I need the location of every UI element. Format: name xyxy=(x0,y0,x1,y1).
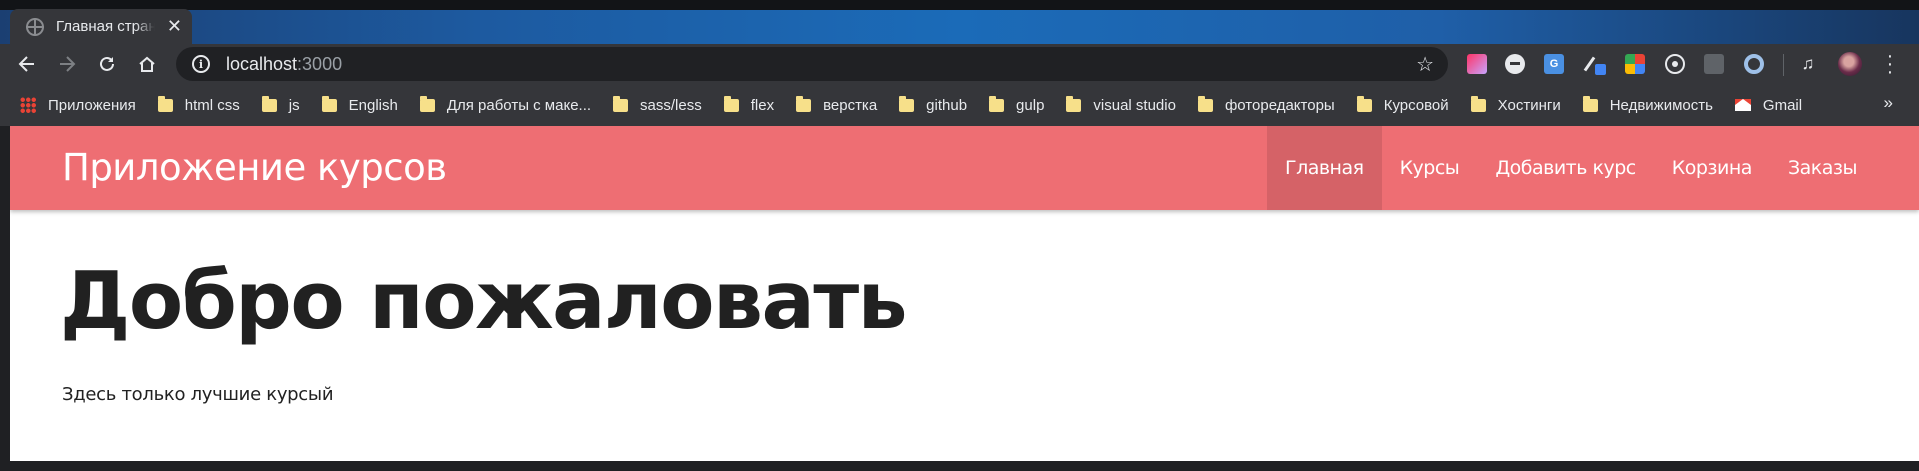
arrow-left-icon xyxy=(18,56,34,72)
folder-icon xyxy=(989,95,1005,112)
close-icon[interactable]: ✕ xyxy=(167,16,182,37)
site-nav: Главная Курсы Добавить курс Корзина Заказы xyxy=(1266,126,1875,210)
page-title: Добро пожаловать xyxy=(60,255,908,347)
extension-layout-icon[interactable] xyxy=(1704,54,1724,74)
more-menu-icon[interactable]: · · · xyxy=(1884,46,1896,82)
folder-icon xyxy=(261,95,277,112)
page-viewport: Приложение курсов Главная Курсы Добавить к… xyxy=(10,126,1919,461)
bookmark-label: Недвижимость xyxy=(1609,96,1713,114)
folder-icon xyxy=(321,95,337,112)
folder-icon xyxy=(1582,95,1598,112)
reload-button[interactable] xyxy=(90,47,124,81)
bookmark-item[interactable]: English xyxy=(321,95,398,114)
nav-link[interactable]: Курсы xyxy=(1382,126,1478,210)
gmail-icon xyxy=(1734,99,1751,111)
bookmark-item[interactable]: flex xyxy=(723,95,775,114)
bookmark-label: js xyxy=(288,96,300,114)
extension-colorpicker-icon[interactable] xyxy=(1585,54,1606,75)
home-icon xyxy=(139,56,155,72)
folder-icon xyxy=(1066,95,1082,112)
bookmark-item[interactable]: фоторедакторы xyxy=(1197,95,1335,114)
bookmark-item[interactable]: github xyxy=(899,95,968,114)
bookmark-label: Для работы с маке... xyxy=(446,96,592,114)
bookmark-item[interactable]: js xyxy=(261,95,300,114)
bookmarks-bar: Приложения html css js English Для работы с … xyxy=(0,84,1919,126)
bookmark-label: Приложения xyxy=(48,96,136,114)
url-text[interactable]: localhost:3000 xyxy=(226,54,342,75)
folder-icon xyxy=(613,95,629,112)
address-bar[interactable]: i localhost:3000 ☆ xyxy=(176,47,1448,81)
home-button[interactable] xyxy=(130,47,164,81)
extension-translate-icon[interactable]: G xyxy=(1544,54,1564,74)
site-navbar: Приложение курсов Главная Курсы Добавить к… xyxy=(10,126,1919,210)
globe-icon xyxy=(26,17,44,36)
nav-link[interactable]: Корзина xyxy=(1654,126,1770,210)
bookmark-item[interactable]: Приложения xyxy=(20,97,136,114)
bookmark-star-icon[interactable]: ☆ xyxy=(1416,52,1434,77)
browser-toolbar: i localhost:3000 ☆ G ♫ · · · xyxy=(0,44,1919,84)
forward-button[interactable] xyxy=(50,47,84,81)
bookmark-item[interactable]: верстка xyxy=(796,95,878,114)
bookmark-item[interactable]: gulp xyxy=(989,95,1045,114)
arrow-right-icon xyxy=(60,56,76,72)
bookmark-label: gulp xyxy=(1016,96,1045,114)
bookmark-item[interactable]: visual studio xyxy=(1066,95,1176,114)
nav-link[interactable]: Главная xyxy=(1266,126,1382,210)
bookmark-label: Хостинги xyxy=(1497,96,1561,114)
bookmark-item[interactable]: Gmail xyxy=(1734,96,1803,114)
reload-icon xyxy=(100,56,114,71)
tab-title: Главная страница xyxy=(56,18,155,35)
bookmark-item[interactable]: html css xyxy=(157,95,240,114)
bookmark-item[interactable]: Курсовой xyxy=(1356,95,1449,114)
folder-icon xyxy=(1197,95,1213,112)
bookmark-item[interactable]: sass/less xyxy=(613,95,702,114)
bookmark-label: Курсовой xyxy=(1383,96,1449,114)
browser-tab[interactable]: Главная страница ✕ xyxy=(10,9,192,44)
bookmark-label: visual studio xyxy=(1093,96,1176,114)
bookmark-item[interactable]: Для работы с маке... xyxy=(419,95,592,114)
extension-pink-icon[interactable] xyxy=(1467,54,1487,74)
folder-icon xyxy=(796,95,812,112)
extension-ring-icon[interactable] xyxy=(1744,54,1764,74)
bookmark-label: English xyxy=(348,96,398,114)
toolbar-divider xyxy=(1783,54,1784,76)
bookmark-item[interactable]: Недвижимость xyxy=(1582,95,1713,114)
extension-chat-icon[interactable] xyxy=(1505,54,1525,74)
bookmark-label: фоторедакторы xyxy=(1224,96,1335,114)
bookmark-label: sass/less xyxy=(640,96,702,114)
extension-grid-icon[interactable] xyxy=(1625,54,1645,74)
nav-link[interactable]: Добавить курс xyxy=(1477,126,1653,210)
extension-react-icon[interactable] xyxy=(1665,54,1685,74)
folder-icon xyxy=(1356,95,1372,112)
bookmark-label: flex xyxy=(750,96,775,114)
folder-icon xyxy=(1470,95,1486,112)
tab-strip: Главная страница ✕ xyxy=(0,0,1919,44)
bookmark-item[interactable]: Хостинги xyxy=(1470,95,1561,114)
folder-icon xyxy=(899,95,915,112)
folder-icon xyxy=(157,95,173,112)
folder-icon xyxy=(419,95,435,112)
bookmark-label: github xyxy=(926,96,968,114)
bookmarks-overflow-button[interactable]: » xyxy=(1884,93,1893,113)
bookmark-label: html css xyxy=(184,96,240,114)
info-icon[interactable]: i xyxy=(192,55,210,73)
bookmark-label: верстка xyxy=(823,96,878,114)
nav-link[interactable]: Заказы xyxy=(1770,126,1875,210)
folder-icon xyxy=(723,95,739,112)
back-button[interactable] xyxy=(10,47,44,81)
page-subtitle: Здесь только лучшие курсый xyxy=(62,384,334,405)
profile-avatar[interactable] xyxy=(1838,52,1862,76)
media-queue-icon[interactable]: ♫ xyxy=(1798,54,1818,74)
site-brand[interactable]: Приложение курсов xyxy=(62,146,447,189)
bookmark-label: Gmail xyxy=(1762,96,1803,114)
apps-grid-icon xyxy=(20,97,36,113)
